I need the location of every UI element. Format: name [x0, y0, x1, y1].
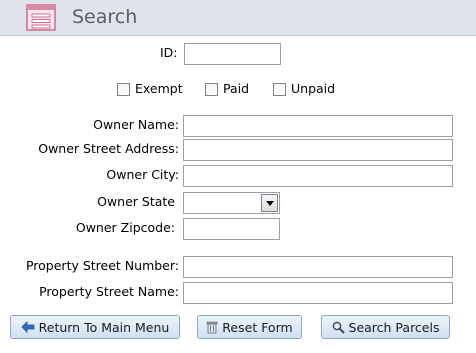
owner-city-field[interactable]: [183, 165, 453, 187]
property-street-number-field[interactable]: [183, 256, 453, 278]
owner-name-field[interactable]: [183, 115, 453, 137]
chevron-down-icon[interactable]: [261, 194, 278, 212]
unpaid-checkbox[interactable]: Unpaid: [273, 81, 335, 97]
paid-checkbox[interactable]: Paid: [205, 81, 249, 97]
owner-zipcode-field[interactable]: [183, 218, 280, 240]
form-header: Search: [0, 0, 476, 36]
id-field[interactable]: [184, 43, 281, 65]
return-to-main-menu-label: Return To Main Menu: [38, 319, 170, 335]
unpaid-checkbox-box[interactable]: [273, 82, 286, 96]
property-street-name-label: Property Street Name:: [39, 284, 179, 299]
owner-city-label: Owner City:: [106, 167, 179, 182]
paid-checkbox-box[interactable]: [205, 82, 218, 96]
page-title: Search: [72, 6, 138, 28]
exempt-checkbox-box[interactable]: [117, 82, 130, 96]
exempt-checkbox[interactable]: Exempt: [117, 81, 183, 97]
form-icon: [26, 4, 56, 31]
exempt-label: Exempt: [135, 81, 183, 96]
owner-state-label: Owner State: [97, 194, 175, 209]
unpaid-label: Unpaid: [291, 81, 336, 96]
return-to-main-menu-button[interactable]: Return To Main Menu: [10, 315, 180, 339]
owner-state-select[interactable]: [183, 192, 280, 214]
owner-name-label: Owner Name:: [93, 117, 179, 132]
search-parcels-button[interactable]: Search Parcels: [321, 315, 450, 339]
property-street-number-label: Property Street Number:: [25, 258, 179, 273]
reset-form-label: Reset Form: [222, 319, 293, 335]
owner-street-address-field[interactable]: [183, 139, 453, 161]
search-icon: [332, 321, 345, 334]
owner-zipcode-label: Owner Zipcode:: [75, 220, 175, 235]
search-parcels-label: Search Parcels: [348, 319, 440, 335]
paid-label: Paid: [223, 81, 250, 96]
property-street-name-field[interactable]: [183, 282, 453, 304]
id-label: ID:: [160, 45, 178, 60]
trash-icon: [206, 321, 218, 334]
reset-form-button[interactable]: Reset Form: [197, 315, 302, 339]
owner-street-address-label: Owner Street Address:: [38, 141, 179, 156]
arrow-left-icon: [21, 321, 35, 333]
